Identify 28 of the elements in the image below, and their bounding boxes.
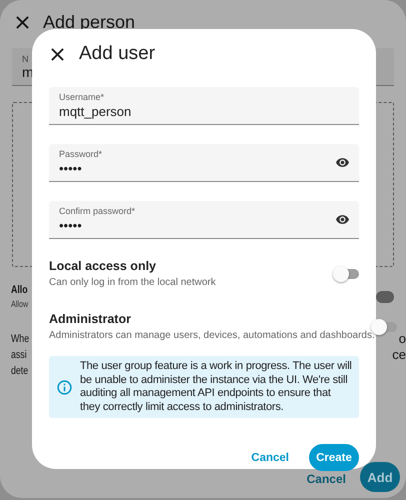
eye-icon[interactable] <box>336 215 349 224</box>
switch-track[interactable] <box>376 290 394 302</box>
alert-text: The user group feature is a work in progress. The user will be unable to administer the instance via the UI. We're still auditing all management API endpoints to ensure that they correctly limit access to administrators. <box>80 360 353 414</box>
password-field[interactable]: Confirm password* ••••• <box>49 201 359 239</box>
password-field[interactable]: Password* ••••• <box>49 144 359 182</box>
setting-subtitle: Allow <box>11 299 28 309</box>
dialog-title: Add person <box>43 12 136 32</box>
add-button[interactable]: Add <box>360 462 400 492</box>
cancel-button[interactable]: Cancel <box>306 471 346 486</box>
info-icon <box>57 380 72 395</box>
toggle-switch[interactable] <box>333 266 359 282</box>
paragraph-text: Whe <box>11 332 30 347</box>
close-icon[interactable] <box>16 16 29 28</box>
paragraph-text: ce <box>392 347 406 363</box>
paragraph-text: assi <box>11 348 27 363</box>
setting-title: Local access only <box>49 259 158 273</box>
setting-description: Administrators can manage users, devices, automations and dashboards. <box>49 330 375 341</box>
paragraph-text: o <box>398 331 406 347</box>
setting-title: Allo <box>11 284 28 296</box>
close-icon[interactable] <box>51 48 64 60</box>
create-button[interactable]: Create <box>309 444 359 472</box>
setting-description: Can only log in from the local network <box>49 277 216 288</box>
username-field[interactable]: Username* mqtt_person <box>49 87 359 125</box>
eye-icon[interactable] <box>336 158 349 167</box>
setting-title: Administrator <box>49 312 132 326</box>
dialog-title: Add user <box>79 43 156 65</box>
paragraph-text: dete <box>11 364 28 379</box>
cancel-button[interactable]: Cancel <box>247 448 293 468</box>
